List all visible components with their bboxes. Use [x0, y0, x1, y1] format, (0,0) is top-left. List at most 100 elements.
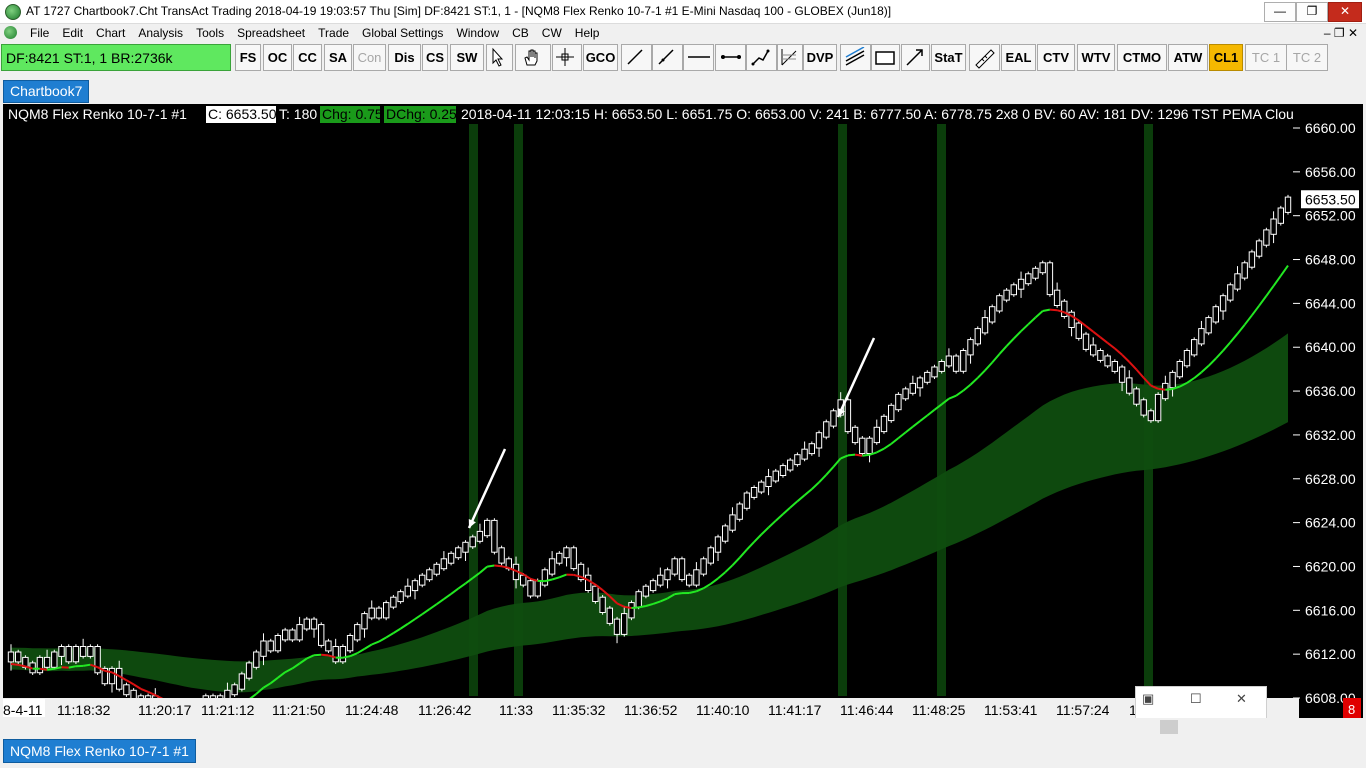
moving-average-segment — [796, 494, 806, 503]
moving-average-segment — [363, 643, 373, 650]
candle-body — [1104, 355, 1111, 367]
toolbar-line-button[interactable] — [621, 44, 652, 71]
candle-body — [238, 673, 246, 690]
candle-body — [729, 514, 736, 531]
moving-average-segment — [818, 474, 827, 483]
toolbar-hand-button[interactable] — [515, 44, 551, 71]
menu-file[interactable]: File — [30, 26, 49, 40]
candle-body — [844, 399, 852, 433]
candle-body — [989, 306, 996, 323]
candle-body — [750, 487, 758, 498]
toolbar-crosshair-button[interactable] — [552, 44, 582, 71]
tab-nqm8-chart[interactable]: NQM8 Flex Renko 10-7-1 #1 — [3, 739, 196, 763]
scrollbar-thumb[interactable] — [1160, 720, 1178, 734]
renko-chart[interactable]: 6660.00 6656.00 6652.00 6648.00 6644.00 6640.… — [3, 104, 1363, 718]
moving-average-segment — [890, 437, 900, 445]
menu-edit[interactable]: Edit — [62, 26, 83, 40]
toolbar-sw-button[interactable]: SW — [450, 44, 484, 71]
menu-cw[interactable]: CW — [542, 26, 562, 40]
toolbar-fs-button[interactable]: FS — [235, 44, 261, 71]
document-icon[interactable] — [4, 26, 17, 39]
menu-tools[interactable]: Tools — [196, 26, 224, 40]
candle-body — [563, 547, 570, 559]
toolbar-atw-button[interactable]: ATW — [1168, 44, 1208, 71]
child-window-controls[interactable]: – ❐ ✕ — [1324, 26, 1358, 40]
candle-body — [361, 613, 368, 630]
restore-icon[interactable]: ☐ — [1190, 691, 1202, 707]
corner-badge-label: 8 — [1348, 702, 1355, 717]
toolbar: DF:8421 ST:1, 1 BR:2736k FS OC CC SA Con Dis C… — [0, 43, 1366, 73]
candle-body — [686, 574, 693, 586]
toolbar-cursor-button[interactable] — [486, 44, 513, 71]
candle-body — [390, 596, 397, 608]
toolbar-ruler-button[interactable] — [969, 44, 1000, 71]
candle-body — [253, 651, 260, 668]
minimize-button[interactable]: — — [1264, 2, 1296, 22]
menu-analysis[interactable]: Analysis — [138, 26, 183, 40]
toolbar-tc1-button[interactable]: TC 1 — [1245, 44, 1287, 71]
time-tick-label: 11:35:32 — [552, 702, 606, 718]
menu-help[interactable]: Help — [575, 26, 600, 40]
toolbar-fib-button[interactable] — [777, 44, 803, 71]
candle-body — [1032, 267, 1039, 279]
moving-average-segment — [847, 453, 856, 457]
toolbar-dvp-button[interactable]: DVP — [803, 44, 837, 71]
time-tick-label: 11:46:44 — [840, 702, 894, 718]
toolbar-multiline-button[interactable] — [746, 44, 777, 71]
moving-average-segment — [717, 571, 726, 580]
price-tick-label: 6660.00 — [1305, 120, 1356, 136]
moving-average-segment — [558, 573, 567, 579]
candle-body — [585, 574, 592, 592]
moving-average-segment — [487, 564, 495, 568]
toolbar-oc-button[interactable]: OC — [263, 44, 292, 71]
toolbar-ray-button[interactable] — [652, 44, 683, 71]
toolbar-cc-button[interactable]: CC — [293, 44, 322, 71]
close-icon[interactable]: ✕ — [1236, 691, 1247, 707]
toolbar-ctmo-button[interactable]: CTMO — [1117, 44, 1167, 71]
toolbar-cl1-button[interactable]: CL1 — [1209, 44, 1243, 71]
toolbar-rectangle-button[interactable] — [871, 44, 900, 71]
toolbar-channel-button[interactable] — [840, 44, 871, 71]
close-button[interactable]: ✕ — [1328, 2, 1362, 22]
menu-chart[interactable]: Chart — [96, 26, 125, 40]
moving-average-segment — [1265, 285, 1275, 297]
moving-average-segment — [998, 345, 1008, 355]
highlight-column — [469, 124, 478, 696]
restore-button[interactable]: ❐ — [1296, 2, 1328, 22]
moving-average-segment — [450, 587, 459, 595]
toolbar-cs-button[interactable]: CS — [422, 44, 448, 71]
toolbar-ctv-button[interactable]: CTV — [1037, 44, 1075, 71]
toolbar-wtv-button[interactable]: WTV — [1077, 44, 1115, 71]
candle-body — [339, 646, 347, 663]
toolbar-dis-button[interactable]: Dis — [388, 44, 421, 71]
toolbar-stat-button[interactable]: StaT — [931, 44, 966, 71]
candle-body — [440, 558, 448, 570]
menu-global-settings[interactable]: Global Settings — [362, 26, 443, 40]
toolbar-hline-button[interactable] — [683, 44, 714, 71]
toolbar-con-button[interactable]: Con — [353, 44, 386, 71]
candle-body — [476, 530, 484, 542]
toolbar-tc2-button[interactable]: TC 2 — [1286, 44, 1328, 71]
floating-window[interactable]: ▣ ☐ ✕ — [1135, 686, 1267, 722]
candle-body — [123, 684, 130, 696]
toolbar-eal-button[interactable]: EAL — [1001, 44, 1036, 71]
chart-area[interactable]: 6660.00 6656.00 6652.00 6648.00 6644.00 6640.… — [3, 104, 1363, 718]
menu-window[interactable]: Window — [456, 26, 499, 40]
candle-body — [1212, 306, 1219, 323]
menu-cb[interactable]: CB — [512, 26, 529, 40]
toolbar-sa-button[interactable]: SA — [324, 44, 352, 71]
candle-body — [419, 574, 426, 586]
tab-chartbook7[interactable]: Chartbook7 — [3, 80, 90, 103]
candle-body — [787, 459, 794, 471]
menu-trade[interactable]: Trade — [318, 26, 349, 40]
candle-body — [469, 536, 476, 548]
moving-average-segment — [876, 447, 885, 454]
price-tick-label: 6656.00 — [1305, 164, 1356, 180]
toolbar-arrow-button[interactable] — [901, 44, 930, 71]
moving-average-segment — [948, 394, 957, 400]
moving-average-segment — [1107, 342, 1116, 350]
candle-body — [1169, 371, 1176, 389]
toolbar-segment-button[interactable] — [715, 44, 746, 71]
menu-spreadsheet[interactable]: Spreadsheet — [237, 26, 305, 40]
toolbar-gco-button[interactable]: GCO — [583, 44, 618, 71]
